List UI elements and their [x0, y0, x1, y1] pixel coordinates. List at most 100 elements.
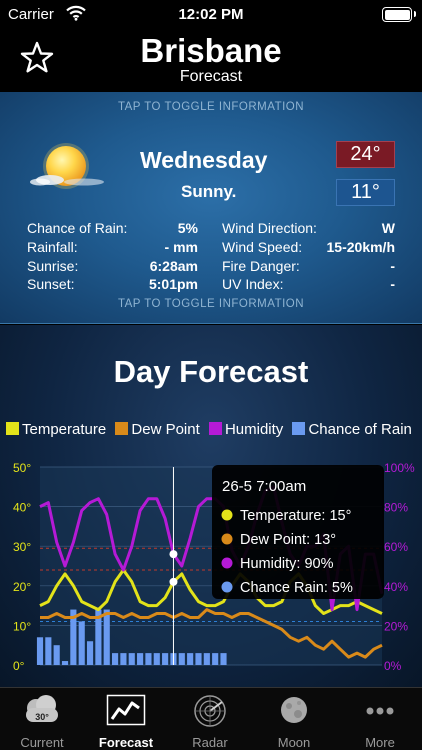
- cursor-dot: [169, 577, 178, 586]
- moon-icon: [281, 697, 307, 723]
- rain-bar: [212, 653, 219, 665]
- tab-label: Current: [20, 735, 64, 750]
- legend-label: Temperature: [22, 421, 107, 438]
- detail-value: 6:28am: [149, 258, 198, 274]
- max-temp-badge: 24°: [336, 141, 395, 168]
- rain-bar: [86, 641, 94, 665]
- rain-bar: [128, 653, 135, 665]
- rain-bar: [112, 653, 119, 665]
- left-axis-tick: 0°: [13, 659, 25, 673]
- sunny-icon: [28, 142, 108, 203]
- detail-value: -: [390, 276, 395, 292]
- forecast-title: Day Forecast: [113, 354, 309, 389]
- rain-bar: [53, 645, 60, 665]
- status-bar: Carrier 12:02 PM: [0, 0, 422, 30]
- toggle-info-hint[interactable]: TAP TO TOGGLE INFORMATION: [0, 298, 422, 310]
- detail-label: Sunrise:: [27, 258, 79, 274]
- detail-value: W: [381, 220, 395, 236]
- legend-label: Humidity: [224, 421, 284, 438]
- tooltip-row: Temperature: 15°: [240, 508, 351, 524]
- legend-dew-point[interactable]: Dew Point: [115, 421, 200, 438]
- right-axis-tick: 60%: [384, 540, 408, 554]
- detail-value: 15-20km/h: [326, 239, 395, 255]
- tooltip-swatch: [221, 557, 233, 569]
- tab-label: More: [365, 735, 395, 750]
- rain-bar: [103, 609, 110, 665]
- detail-value: 5%: [177, 220, 198, 236]
- tooltip-row: Chance Rain: 5%: [240, 580, 353, 596]
- rain-bar: [145, 653, 152, 665]
- radar-icon: [194, 695, 226, 727]
- detail-value: -: [390, 258, 395, 274]
- legend-swatch: [6, 422, 19, 435]
- cursor-dot: [169, 550, 178, 559]
- legend-temperature[interactable]: Temperature: [6, 421, 106, 438]
- left-axis-tick: 30°: [13, 540, 31, 554]
- detail-label: UV Index:: [222, 276, 284, 292]
- page-subtitle: Forecast: [179, 68, 243, 85]
- rain-bar: [195, 653, 202, 665]
- legend-humidity[interactable]: Humidity: [208, 421, 284, 438]
- legend-label: Chance of Rain: [308, 421, 412, 438]
- legend-chance-rain[interactable]: Chance of Rain: [292, 421, 412, 438]
- tooltip-swatch: [221, 533, 233, 545]
- page-title: Brisbane: [140, 32, 282, 69]
- legend-swatch: [115, 422, 129, 435]
- detail-label: Chance of Rain:: [27, 220, 128, 236]
- rain-bar: [61, 661, 69, 665]
- tooltip-swatch: [221, 509, 233, 521]
- battery-icon: [382, 7, 416, 22]
- forecast-chart[interactable]: 0° 10° 20° 30° 40° 50° 0% 20% 40% 60% 80% 100% 26-5 …: [0, 455, 422, 677]
- legend-label: Dew Point: [131, 421, 200, 438]
- tab-more[interactable]: More: [338, 688, 422, 750]
- tab-label: Forecast: [98, 735, 154, 750]
- rain-bar: [203, 653, 210, 665]
- rain-bar: [137, 653, 144, 665]
- tooltip-row: Dew Point: 13°: [240, 532, 336, 548]
- rain-bar: [120, 653, 127, 665]
- tab-forecast[interactable]: Forecast: [84, 688, 168, 750]
- tab-current[interactable]: 30° Current: [0, 688, 84, 750]
- right-axis-tick: 0%: [384, 659, 402, 673]
- right-axis-tick: 100%: [384, 461, 415, 475]
- header: Brisbane Forecast: [0, 30, 422, 92]
- left-axis-tick: 50°: [13, 461, 31, 475]
- rain-bar: [162, 653, 169, 665]
- left-axis-tick: 40°: [13, 501, 31, 515]
- detail-value: - mm: [164, 239, 198, 255]
- left-axis-tick: 10°: [13, 619, 31, 633]
- info-panel[interactable]: TAP TO TOGGLE INFORMATION Wednesday Sunn…: [0, 92, 422, 324]
- min-temp-badge: 11°: [336, 179, 395, 206]
- tooltip-row: Humidity: 90%: [240, 556, 334, 572]
- tab-moon[interactable]: Moon: [252, 688, 336, 750]
- detail-label: Wind Direction:: [222, 220, 317, 236]
- rain-bar: [78, 621, 85, 665]
- trend-chart-icon: [106, 694, 146, 726]
- detail-label: Rainfall:: [27, 239, 78, 255]
- tooltip-title: 26-5 7:00am: [222, 478, 306, 495]
- rain-bar: [36, 637, 44, 665]
- detail-label: Wind Speed:: [222, 239, 303, 255]
- more-dots-icon: [366, 707, 394, 715]
- tab-label: Radar: [192, 735, 228, 750]
- tab-radar[interactable]: Radar: [168, 688, 252, 750]
- tab-icon-text: 30°: [35, 712, 49, 722]
- rain-bar: [45, 637, 52, 665]
- detail-value: 5:01pm: [148, 276, 198, 292]
- right-axis-tick: 40%: [384, 580, 408, 594]
- right-axis-tick: 80%: [384, 501, 408, 515]
- detail-label: Fire Danger:: [222, 258, 300, 274]
- tab-bar: 30° Current Forecast Radar Moon More: [0, 687, 422, 750]
- toggle-info-hint[interactable]: TAP TO TOGGLE INFORMATION: [0, 101, 422, 113]
- chart-legend: Temperature Dew Point Humidity Chance of…: [6, 421, 422, 438]
- legend-swatch: [292, 422, 306, 435]
- detail-label: Sunset:: [27, 276, 75, 292]
- cloud-temp-icon: 30°: [26, 695, 58, 722]
- weather-condition: Sunny.: [181, 182, 237, 201]
- forecast-day: Wednesday: [140, 147, 268, 173]
- right-axis-tick: 20%: [384, 619, 408, 633]
- clock: 12:02 PM: [178, 6, 244, 23]
- tab-label: Moon: [277, 735, 311, 750]
- rain-bar: [178, 653, 185, 665]
- left-axis-tick: 20°: [13, 580, 31, 594]
